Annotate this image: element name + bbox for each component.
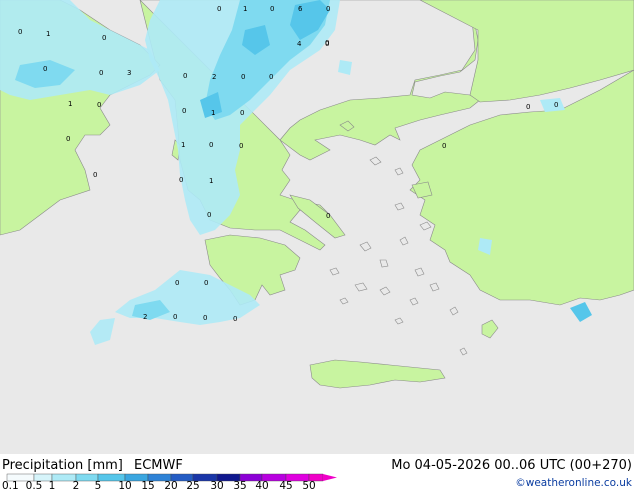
precip-value: 0 bbox=[203, 314, 207, 322]
legend-tick-label: 40 bbox=[255, 480, 268, 490]
precip-value: 0 bbox=[173, 313, 177, 321]
precip-value: 0 bbox=[179, 176, 183, 184]
precip-value: 1 bbox=[209, 177, 213, 185]
legend-tick-label: 25 bbox=[186, 480, 199, 490]
precip-value: 0 bbox=[207, 211, 211, 219]
precip-value: 1 bbox=[46, 30, 50, 38]
precip-value: 0 bbox=[204, 279, 208, 287]
precip-value: 1 bbox=[243, 5, 247, 13]
credit: ©weatheronline.co.uk bbox=[515, 477, 633, 489]
precip-value: 0 bbox=[97, 101, 101, 109]
precip-value: 0 bbox=[43, 65, 47, 73]
model-name: ECMWF bbox=[134, 458, 183, 473]
precip-value: 0 bbox=[209, 141, 213, 149]
precip-value: 6 bbox=[298, 5, 303, 13]
legend-tick-label: 35 bbox=[233, 480, 246, 490]
precip-value: 0 bbox=[554, 101, 558, 109]
precip-value: 0 bbox=[233, 315, 237, 323]
legend-tick-label: 1 bbox=[49, 480, 56, 490]
legend-tick-label: 0.1 bbox=[2, 480, 19, 490]
precip-value: 0 bbox=[442, 142, 446, 150]
precip-value: 0 bbox=[175, 279, 179, 287]
precip-value: 0 bbox=[326, 212, 330, 220]
precip-value: 1 bbox=[211, 109, 215, 117]
precip-value: 1 bbox=[68, 100, 72, 108]
legend-tick-label: 2 bbox=[73, 480, 80, 490]
precip-value: 0 bbox=[18, 28, 22, 36]
precip-value: 0 bbox=[99, 69, 103, 77]
precip-value: 4 bbox=[297, 40, 302, 48]
precip-value: 0 bbox=[239, 142, 243, 150]
precip-value: 3 bbox=[127, 69, 131, 77]
legend-tick-label: 15 bbox=[141, 480, 154, 490]
legend-tick-label: 30 bbox=[210, 480, 223, 490]
legend-tick-label: 45 bbox=[279, 480, 292, 490]
precip-value: 2 bbox=[143, 313, 147, 321]
precip-value: 0 bbox=[326, 5, 330, 13]
legend-tick-label: 20 bbox=[164, 480, 177, 490]
precip-value: 0 bbox=[240, 109, 244, 117]
precip-value: 0 bbox=[241, 73, 245, 81]
precip-value: 1 bbox=[181, 141, 185, 149]
precip-value: 0 bbox=[66, 135, 70, 143]
precip-value: 0 bbox=[217, 5, 221, 13]
precip-value: 0 bbox=[102, 34, 106, 42]
map-title: Precipitation [mm] bbox=[2, 458, 123, 473]
precip-value: 0 bbox=[183, 72, 187, 80]
precip-value: 2 bbox=[212, 73, 216, 81]
legend-tick-label: 10 bbox=[118, 480, 131, 490]
precipitation-map: 0 1 0 6 0 0 1 0 4 0 0 0 3 0 2 0 0 0 1 0 … bbox=[0, 0, 634, 490]
precip-value: 0 bbox=[325, 39, 329, 47]
precip-value: 0 bbox=[270, 5, 274, 13]
legend-tick-label: 50 bbox=[302, 480, 315, 490]
legend-tick-label: 0.5 bbox=[26, 480, 43, 490]
precip-value: 0 bbox=[526, 103, 530, 111]
precip-value: 0 bbox=[93, 171, 97, 179]
precip-value: 0 bbox=[269, 73, 273, 81]
valid-time: Mo 04-05-2026 00..06 UTC (00+270) bbox=[391, 458, 632, 473]
precip-value: 0 bbox=[182, 107, 186, 115]
legend-tick-label: 5 bbox=[95, 480, 102, 490]
